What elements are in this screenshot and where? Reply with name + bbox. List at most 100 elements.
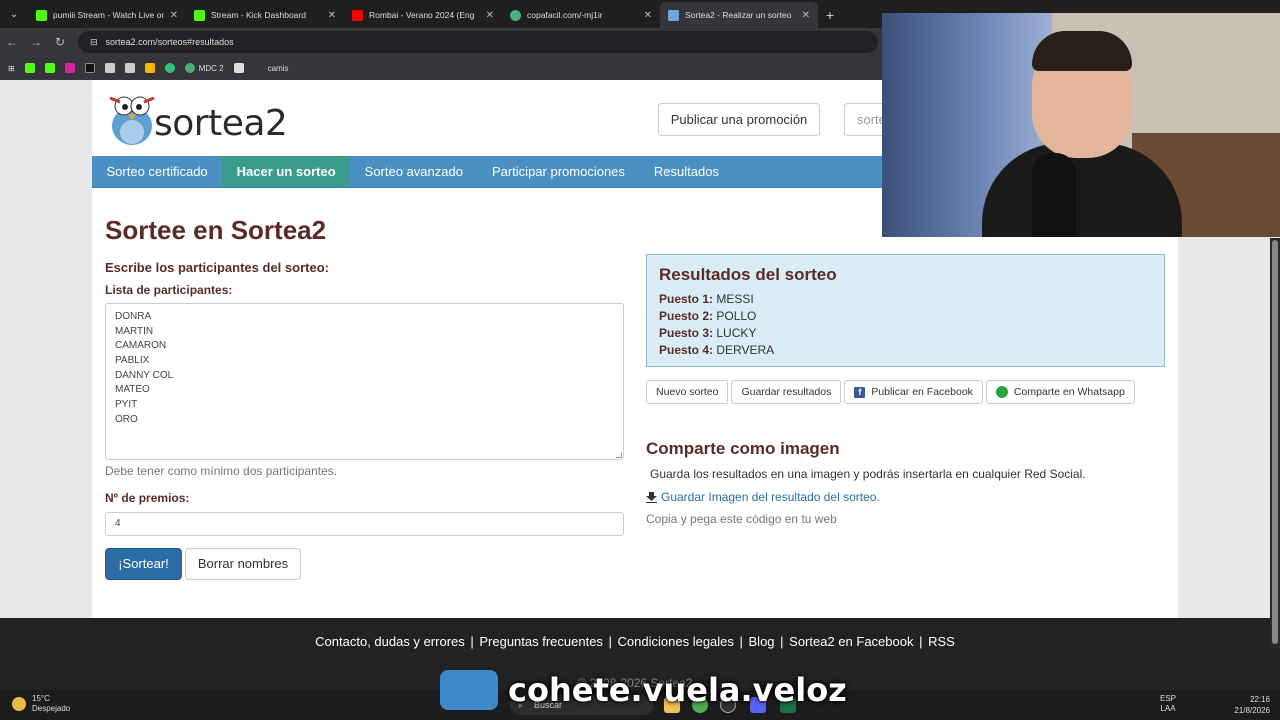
result-winner: DERVERA (716, 343, 775, 357)
weather-condition: Despejado (32, 704, 71, 713)
nav-results[interactable]: Resultados (639, 156, 733, 187)
nav-join-promotions[interactable]: Participar promociones (477, 156, 639, 187)
address-bar[interactable]: ⊟ sortea2.com/sorteos#resultados (78, 31, 878, 53)
browser-tab-active[interactable]: Sortea2 - Realizar un sorteo ✕ (660, 2, 818, 28)
back-icon[interactable]: ← (0, 35, 24, 49)
kick-icon (36, 9, 47, 21)
button-label: Guardar resultados (741, 386, 832, 398)
results-title: Resultados del sorteo (659, 265, 837, 284)
tab-search-icon[interactable]: ⌄ (0, 0, 28, 28)
bookmark-instagram[interactable] (64, 63, 75, 73)
logo-mascot-icon (106, 92, 158, 146)
nav-certified-draw[interactable]: Sorteo certificado (92, 156, 222, 187)
footer-link-blog[interactable]: Blog (749, 634, 775, 649)
footer-link-legal[interactable]: Condiciones legales (618, 634, 734, 649)
weather-temp: 15°C (32, 694, 50, 703)
taskbar-clock[interactable]: 22:16 21/8/2026 (1228, 694, 1270, 716)
save-results-button[interactable]: Guardar resultados (731, 380, 842, 404)
clock-date: 21/8/2026 (1234, 706, 1270, 715)
bookmark-kick[interactable] (24, 63, 35, 73)
embed-code-label: Copia y pega este código en tu web (646, 512, 837, 526)
clear-names-button[interactable]: Borrar nombres (185, 548, 301, 580)
result-winner: LUCKY (716, 326, 757, 340)
tab-title: Rombai - Verano 2024 (Eng (369, 10, 475, 20)
browser-tab[interactable]: copafacil.com/-mj1ir ✕ (502, 2, 660, 28)
site-info-icon[interactable]: ⊟ (90, 37, 98, 48)
result-row: Puesto 4: DERVERA (659, 342, 1152, 359)
publish-promotion-button[interactable]: Publicar una promoción (658, 103, 820, 136)
footer-link-facebook[interactable]: Sortea2 en Facebook (789, 634, 913, 649)
copafacil-icon (510, 9, 521, 21)
nav-advanced-draw[interactable]: Sorteo avanzado (350, 156, 477, 187)
button-label: Comparte en Whatsapp (1013, 386, 1125, 398)
tab-title: Stream - Kick Dashboard (211, 10, 306, 20)
url-text: sortea2.com/sorteos#resultados (105, 37, 234, 47)
share-whatsapp-button[interactable]: Comparte en Whatsapp (985, 380, 1135, 404)
tab-title: Sortea2 - Realizar un sorteo (685, 10, 792, 20)
close-icon[interactable]: ✕ (644, 10, 652, 21)
bookmark-box[interactable] (233, 63, 244, 73)
site-logo[interactable]: sortea2 (106, 90, 288, 146)
forward-icon[interactable]: → (24, 35, 48, 49)
bookmark-label: camis (267, 63, 289, 73)
moon-icon (12, 697, 26, 711)
footer-link-rss[interactable]: RSS (928, 634, 955, 649)
footer-links: Contacto, dudas y errores | Preguntas fr… (315, 634, 955, 649)
close-icon[interactable]: ✕ (170, 10, 178, 21)
scrollbar-thumb[interactable] (1272, 240, 1278, 644)
bookmark-tiktok[interactable] (84, 63, 95, 73)
page-title: Sortee en Sortea2 (105, 215, 327, 245)
browser-tab[interactable]: Rombai - Verano 2024 (Eng ✕ (344, 2, 502, 28)
result-winner: POLLO (716, 309, 757, 323)
webcam-overlay (882, 13, 1280, 237)
participant-line: CAMARON (115, 340, 167, 352)
kick-icon (194, 9, 205, 21)
participant-line: MATEO (115, 384, 150, 396)
bookmark-extension-2[interactable] (124, 63, 135, 73)
bookmark-mdc2[interactable]: MDC 2 (184, 63, 224, 73)
bookmark-camis[interactable]: camis (268, 64, 289, 73)
webcam-microphone (1032, 153, 1076, 237)
footer-link-faq[interactable]: Preguntas frecuentes (479, 634, 603, 649)
language-indicator[interactable]: ESP LAA (1160, 694, 1176, 714)
close-icon[interactable]: ✕ (486, 10, 494, 21)
browser-tab[interactable]: pumiii Stream - Watch Live on K ✕ (28, 2, 186, 28)
lang-code: ESP (1160, 694, 1177, 703)
participant-line: PABLIX (115, 355, 150, 367)
browser-tab[interactable]: Stream - Kick Dashboard ✕ (186, 2, 344, 28)
brand-text: cohete.vuela.veloz (508, 671, 847, 709)
weather-widget[interactable]: 15°C Despejado (12, 694, 70, 714)
save-image-link[interactable]: Guardar Imagen del resultado del sorteo. (646, 490, 880, 504)
close-icon[interactable]: ✕ (328, 10, 336, 21)
bookmark-extension[interactable] (104, 63, 115, 73)
draw-button[interactable]: ¡Sortear! (105, 548, 182, 580)
result-row: Puesto 3: LUCKY (659, 325, 1152, 342)
link-text: Guardar Imagen del resultado del sorteo. (661, 490, 880, 504)
bookmark-kick-2[interactable] (44, 63, 55, 73)
share-image-text: Guarda los resultados en una imagen y po… (650, 467, 1086, 481)
nav-make-draw[interactable]: Hacer un sorteo (222, 156, 351, 187)
new-draw-button[interactable]: Nuevo sorteo (646, 380, 729, 404)
results-panel: Resultados del sorteo Puesto 1: MESSI Pu… (646, 254, 1165, 367)
webcam-hair (1032, 31, 1132, 71)
bookmark-label: MDC 2 (198, 63, 224, 73)
handshake-icon (440, 670, 498, 710)
bookmark-circle[interactable] (164, 63, 175, 73)
apps-icon[interactable]: ⊞ (8, 64, 15, 73)
logo-text: sortea2 (154, 103, 288, 144)
prizes-input[interactable]: 4 (105, 512, 624, 536)
bookmark-u[interactable] (144, 63, 155, 73)
close-icon[interactable]: ✕ (802, 10, 810, 21)
publish-facebook-button[interactable]: f Publicar en Facebook (844, 380, 983, 404)
reload-icon[interactable]: ↻ (48, 35, 72, 49)
tab-title: pumiii Stream - Watch Live on K (53, 10, 164, 20)
whatsapp-icon (995, 386, 1008, 398)
tab-title: copafacil.com/-mj1ir (527, 10, 603, 20)
result-position: Puesto 4: (659, 343, 714, 357)
footer-link-contact[interactable]: Contacto, dudas y errores (315, 634, 465, 649)
new-tab-button[interactable]: + (818, 2, 842, 28)
download-icon (646, 491, 657, 503)
participants-textarea[interactable]: DONRA MARTIN CAMARON PABLIX DANNY COL MA… (105, 303, 624, 460)
participant-line: PYIT (115, 399, 138, 411)
resize-handle[interactable] (616, 452, 622, 458)
